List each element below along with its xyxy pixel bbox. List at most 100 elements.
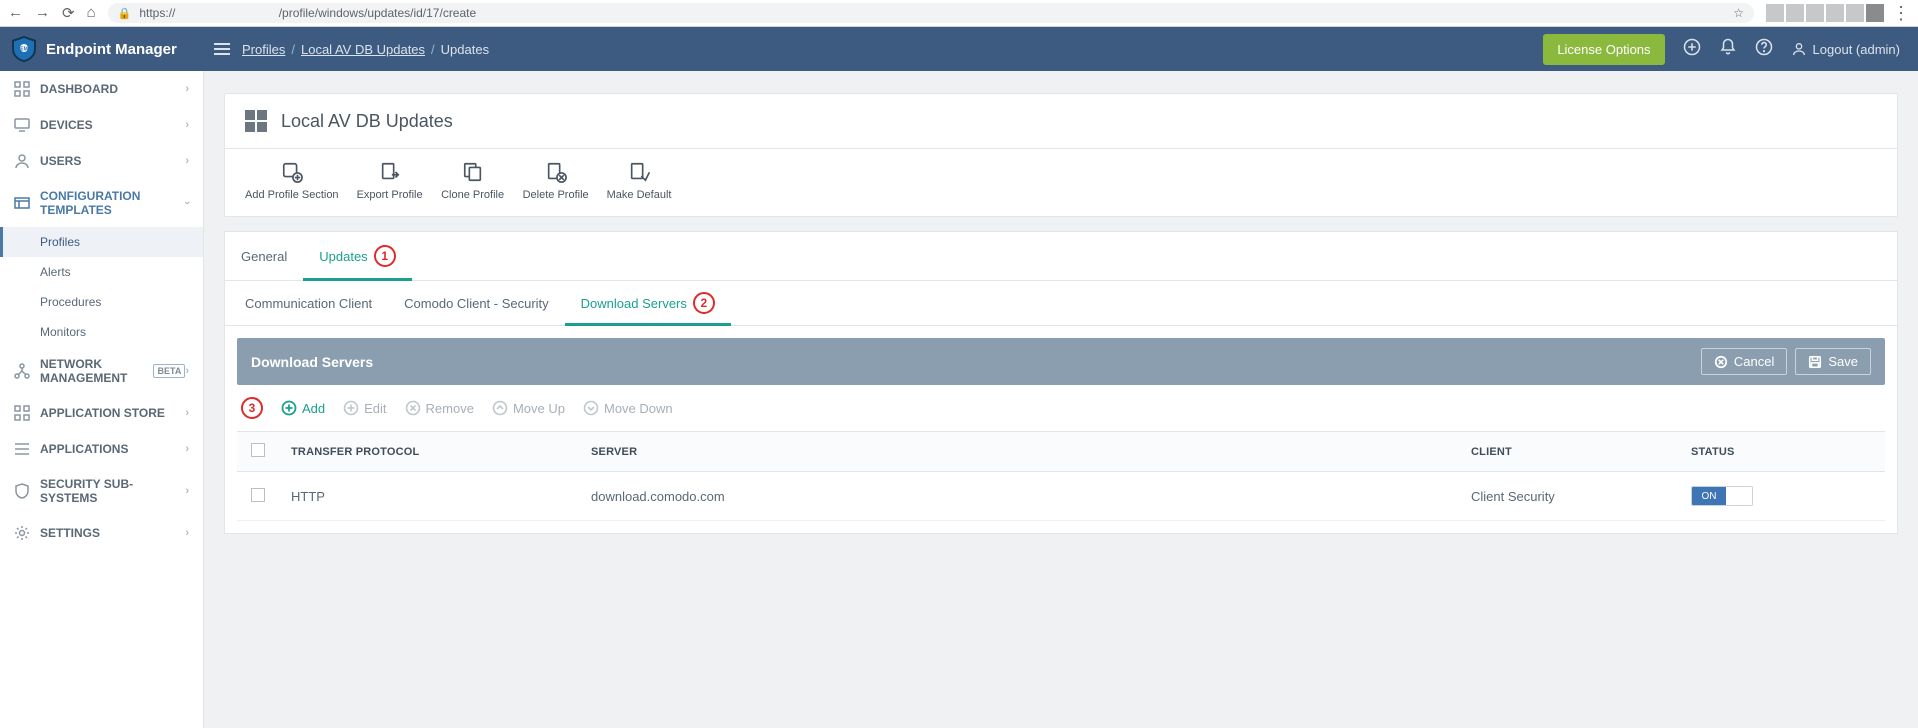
svg-text:EM: EM [20, 47, 28, 53]
sidebar-item-security-subsystems[interactable]: SECURITY SUB-SYSTEMS › [0, 467, 203, 515]
sidebar-item-application-store[interactable]: APPLICATION STORE › [0, 395, 203, 431]
down-circle-icon [583, 400, 599, 416]
add-section-icon [281, 161, 303, 183]
page-header: Local AV DB Updates Add Profile Section … [224, 93, 1898, 217]
ext-icon[interactable] [1826, 4, 1844, 22]
address-bar[interactable]: 🔒 ☆ [108, 3, 1754, 23]
edit-button: Edit [343, 400, 386, 416]
main-content: Local AV DB Updates Add Profile Section … [204, 71, 1918, 728]
plus-circle-icon [281, 400, 297, 416]
breadcrumb-link[interactable]: Local AV DB Updates [301, 42, 425, 57]
col-transfer-protocol[interactable]: TRANSFER PROTOCOL [291, 446, 591, 458]
cell-protocol: HTTP [291, 489, 591, 504]
url-input[interactable] [139, 6, 1725, 20]
windows-icon [245, 110, 267, 132]
sidebar: DASHBOARD › DEVICES › USERS › CONFIGURAT… [0, 71, 204, 728]
tab-updates[interactable]: Updates 1 [303, 232, 411, 280]
clone-profile-button[interactable]: Clone Profile [441, 161, 505, 202]
delete-profile-button[interactable]: Delete Profile [523, 161, 589, 202]
templates-icon [14, 195, 30, 211]
add-circle-icon[interactable] [1683, 38, 1701, 61]
select-all-checkbox[interactable] [251, 443, 265, 457]
app-header: EM Endpoint Manager Profiles / Local AV … [0, 27, 1918, 71]
callout-2: 2 [693, 292, 715, 314]
star-icon[interactable]: ☆ [1733, 6, 1744, 20]
sidebar-sub-alerts[interactable]: Alerts [0, 257, 203, 287]
remove-button: Remove [405, 400, 474, 416]
default-icon [628, 161, 650, 183]
subtab-comodo-client-security[interactable]: Comodo Client - Security [388, 281, 565, 325]
user-icon [14, 153, 30, 169]
toggle-on-label: ON [1692, 487, 1726, 505]
move-up-button: Move Up [492, 400, 565, 416]
save-button[interactable]: Save [1795, 348, 1871, 375]
browser-forward[interactable]: → [35, 4, 50, 22]
col-client[interactable]: CLIENT [1471, 446, 1691, 458]
panel-header: Download Servers Cancel Save [237, 338, 1885, 385]
breadcrumb-current: Updates [441, 42, 489, 57]
sidebar-item-devices[interactable]: DEVICES › [0, 107, 203, 143]
sub-tabs: Communication Client Comodo Client - Sec… [225, 281, 1897, 326]
cancel-button[interactable]: Cancel [1701, 348, 1787, 375]
gear-icon [14, 525, 30, 541]
browser-back[interactable]: ← [8, 4, 23, 22]
row-checkbox[interactable] [251, 488, 265, 502]
table-header: TRANSFER PROTOCOL SERVER CLIENT STATUS [237, 431, 1885, 472]
add-button[interactable]: Add [281, 400, 325, 416]
breadcrumb-link[interactable]: Profiles [242, 42, 285, 57]
sidebar-item-dashboard[interactable]: DASHBOARD › [0, 71, 203, 107]
device-icon [14, 117, 30, 133]
sidebar-sub-monitors[interactable]: Monitors [0, 317, 203, 347]
brand: EM Endpoint Manager [0, 36, 204, 62]
sidebar-item-settings[interactable]: SETTINGS › [0, 515, 203, 551]
license-options-button[interactable]: License Options [1543, 34, 1664, 65]
col-status[interactable]: STATUS [1691, 446, 1871, 458]
sidebar-sub-procedures[interactable]: Procedures [0, 287, 203, 317]
callout-1: 1 [374, 245, 396, 267]
ext-icon[interactable] [1866, 4, 1884, 22]
move-down-button: Move Down [583, 400, 673, 416]
help-icon[interactable] [1755, 38, 1773, 61]
brand-logo-icon: EM [12, 36, 36, 62]
list-icon [14, 441, 30, 457]
callout-3: 3 [241, 397, 263, 419]
col-server[interactable]: SERVER [591, 446, 1471, 458]
sidebar-item-users[interactable]: USERS › [0, 143, 203, 179]
chevron-down-icon: › [181, 201, 193, 205]
panel-toolbar: 3 Add Edit Remove Move [237, 385, 1885, 431]
sidebar-item-configuration-templates[interactable]: CONFIGURATION TEMPLATES › [0, 179, 203, 227]
browser-menu[interactable]: ⋮ [1892, 3, 1910, 24]
grid-icon [14, 81, 30, 97]
apps-icon [14, 405, 30, 421]
primary-tabs: General Updates 1 [225, 232, 1897, 281]
extension-icons [1766, 4, 1884, 22]
ext-icon[interactable] [1846, 4, 1864, 22]
table-row[interactable]: HTTP download.comodo.com Client Security… [237, 472, 1885, 521]
shield-icon [14, 483, 30, 499]
lock-icon: 🔒 [118, 7, 132, 20]
beta-badge: BETA [153, 364, 185, 378]
bell-icon[interactable] [1719, 38, 1737, 61]
export-profile-button[interactable]: Export Profile [357, 161, 423, 202]
status-toggle[interactable]: ON [1691, 486, 1753, 506]
ext-icon[interactable] [1766, 4, 1784, 22]
subtab-download-servers[interactable]: Download Servers 2 [565, 281, 731, 325]
up-circle-icon [492, 400, 508, 416]
remove-circle-icon [405, 400, 421, 416]
clone-icon [462, 161, 484, 183]
browser-toolbar: ← → ⟳ ⌂ 🔒 ☆ ⋮ [0, 0, 1918, 27]
sidebar-item-network-management[interactable]: NETWORK MANAGEMENTBETA › [0, 347, 203, 395]
menu-toggle[interactable] [214, 43, 230, 55]
tab-general[interactable]: General [225, 232, 303, 280]
subtab-communication-client[interactable]: Communication Client [229, 281, 388, 325]
cell-server: download.comodo.com [591, 489, 1471, 504]
logout-link[interactable]: Logout (admin) [1791, 41, 1900, 57]
sidebar-item-applications[interactable]: APPLICATIONS › [0, 431, 203, 467]
browser-reload[interactable]: ⟳ [62, 4, 75, 22]
browser-home[interactable]: ⌂ [87, 4, 96, 22]
ext-icon[interactable] [1786, 4, 1804, 22]
add-profile-section-button[interactable]: Add Profile Section [245, 161, 339, 202]
make-default-button[interactable]: Make Default [607, 161, 672, 202]
ext-icon[interactable] [1806, 4, 1824, 22]
sidebar-sub-profiles[interactable]: Profiles [0, 227, 203, 257]
